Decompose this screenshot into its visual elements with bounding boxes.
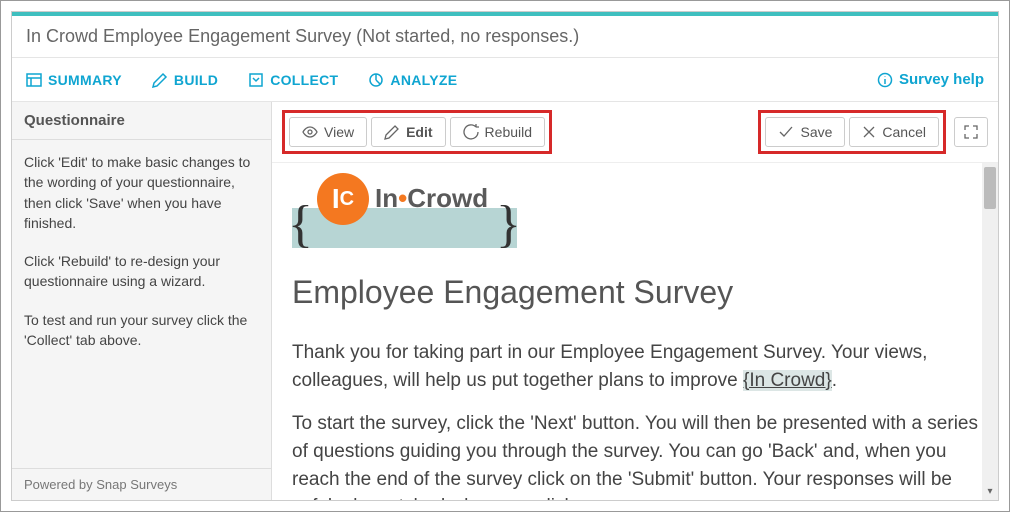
incrowd-logo: IC In•Crowd xyxy=(317,173,488,225)
fullscreen-icon xyxy=(963,124,979,140)
logo-placeholder[interactable]: { } IC In•Crowd xyxy=(292,173,517,249)
content-area: Questionnaire Click 'Edit' to make basic… xyxy=(12,102,998,500)
brace-left-icon: { xyxy=(288,187,313,262)
edit-button[interactable]: Edit xyxy=(371,117,445,147)
scrollbar-thumb[interactable] xyxy=(984,167,996,209)
summary-icon xyxy=(26,72,42,88)
close-icon xyxy=(862,125,876,139)
tab-collect[interactable]: COLLECT xyxy=(248,64,356,96)
logo-circle-icon: IC xyxy=(317,173,369,225)
edit-button-group: View Edit Rebuild xyxy=(282,110,552,154)
pencil-icon xyxy=(152,72,168,88)
logo-text: In•Crowd xyxy=(375,180,488,218)
survey-intro-p2[interactable]: To start the survey, click the 'Next' bu… xyxy=(292,410,978,500)
page-title: In Crowd Employee Engagement Survey (Not… xyxy=(12,16,998,58)
survey-preview[interactable]: { } IC In•Crowd Employee Engagement Surv… xyxy=(272,163,998,500)
tab-bar: SUMMARY BUILD COLLECT ANALYZE Survey hel… xyxy=(12,58,998,102)
cancel-button[interactable]: Cancel xyxy=(849,117,939,147)
help-link[interactable]: Survey help xyxy=(877,71,984,88)
sidebar-p3: To test and run your survey click the 'C… xyxy=(24,310,259,351)
collect-icon xyxy=(248,72,264,88)
button-label: Save xyxy=(800,124,832,140)
toolbar: View Edit Rebuild Save xyxy=(272,102,998,162)
survey-body[interactable]: Thank you for taking part in our Employe… xyxy=(292,339,978,500)
tab-label: SUMMARY xyxy=(48,72,122,88)
tab-analyze[interactable]: ANALYZE xyxy=(368,64,475,96)
button-label: View xyxy=(324,124,354,140)
save-button-group: Save Cancel xyxy=(758,110,946,154)
tab-label: COLLECT xyxy=(270,72,338,88)
button-label: Edit xyxy=(406,124,432,140)
info-icon xyxy=(877,72,893,88)
sidebar-title: Questionnaire xyxy=(12,102,271,140)
edit-icon xyxy=(384,124,400,140)
sidebar-footer: Powered by Snap Surveys xyxy=(12,468,271,500)
sidebar-p1: Click 'Edit' to make basic changes to th… xyxy=(24,152,259,233)
main-panel: View Edit Rebuild Save xyxy=(272,102,998,500)
survey-intro-p1[interactable]: Thank you for taking part in our Employe… xyxy=(292,339,978,394)
survey-preview-scroll: { } IC In•Crowd Employee Engagement Surv… xyxy=(272,162,998,500)
button-label: Cancel xyxy=(882,124,926,140)
vertical-scrollbar[interactable]: ▾ xyxy=(982,163,998,500)
eye-icon xyxy=(302,125,318,139)
tab-build[interactable]: BUILD xyxy=(152,64,236,96)
tab-label: ANALYZE xyxy=(390,72,457,88)
check-icon xyxy=(778,124,794,140)
rebuild-button[interactable]: Rebuild xyxy=(450,117,545,147)
save-button[interactable]: Save xyxy=(765,117,845,147)
sidebar-instructions: Click 'Edit' to make basic changes to th… xyxy=(12,140,271,468)
fullscreen-button[interactable] xyxy=(954,117,988,147)
tab-label: BUILD xyxy=(174,72,218,88)
tab-summary[interactable]: SUMMARY xyxy=(26,64,140,96)
button-label: Rebuild xyxy=(485,124,532,140)
scrollbar-down-icon[interactable]: ▾ xyxy=(984,486,996,498)
org-variable-token[interactable]: {In Crowd} xyxy=(743,370,832,391)
help-label: Survey help xyxy=(899,71,984,88)
survey-heading[interactable]: Employee Engagement Survey xyxy=(292,269,978,315)
sidebar: Questionnaire Click 'Edit' to make basic… xyxy=(12,102,272,500)
analyze-icon xyxy=(368,72,384,88)
refresh-icon xyxy=(463,124,479,140)
view-button[interactable]: View xyxy=(289,117,367,147)
brace-right-icon: } xyxy=(496,187,521,262)
sidebar-p2: Click 'Rebuild' to re-design your questi… xyxy=(24,251,259,292)
